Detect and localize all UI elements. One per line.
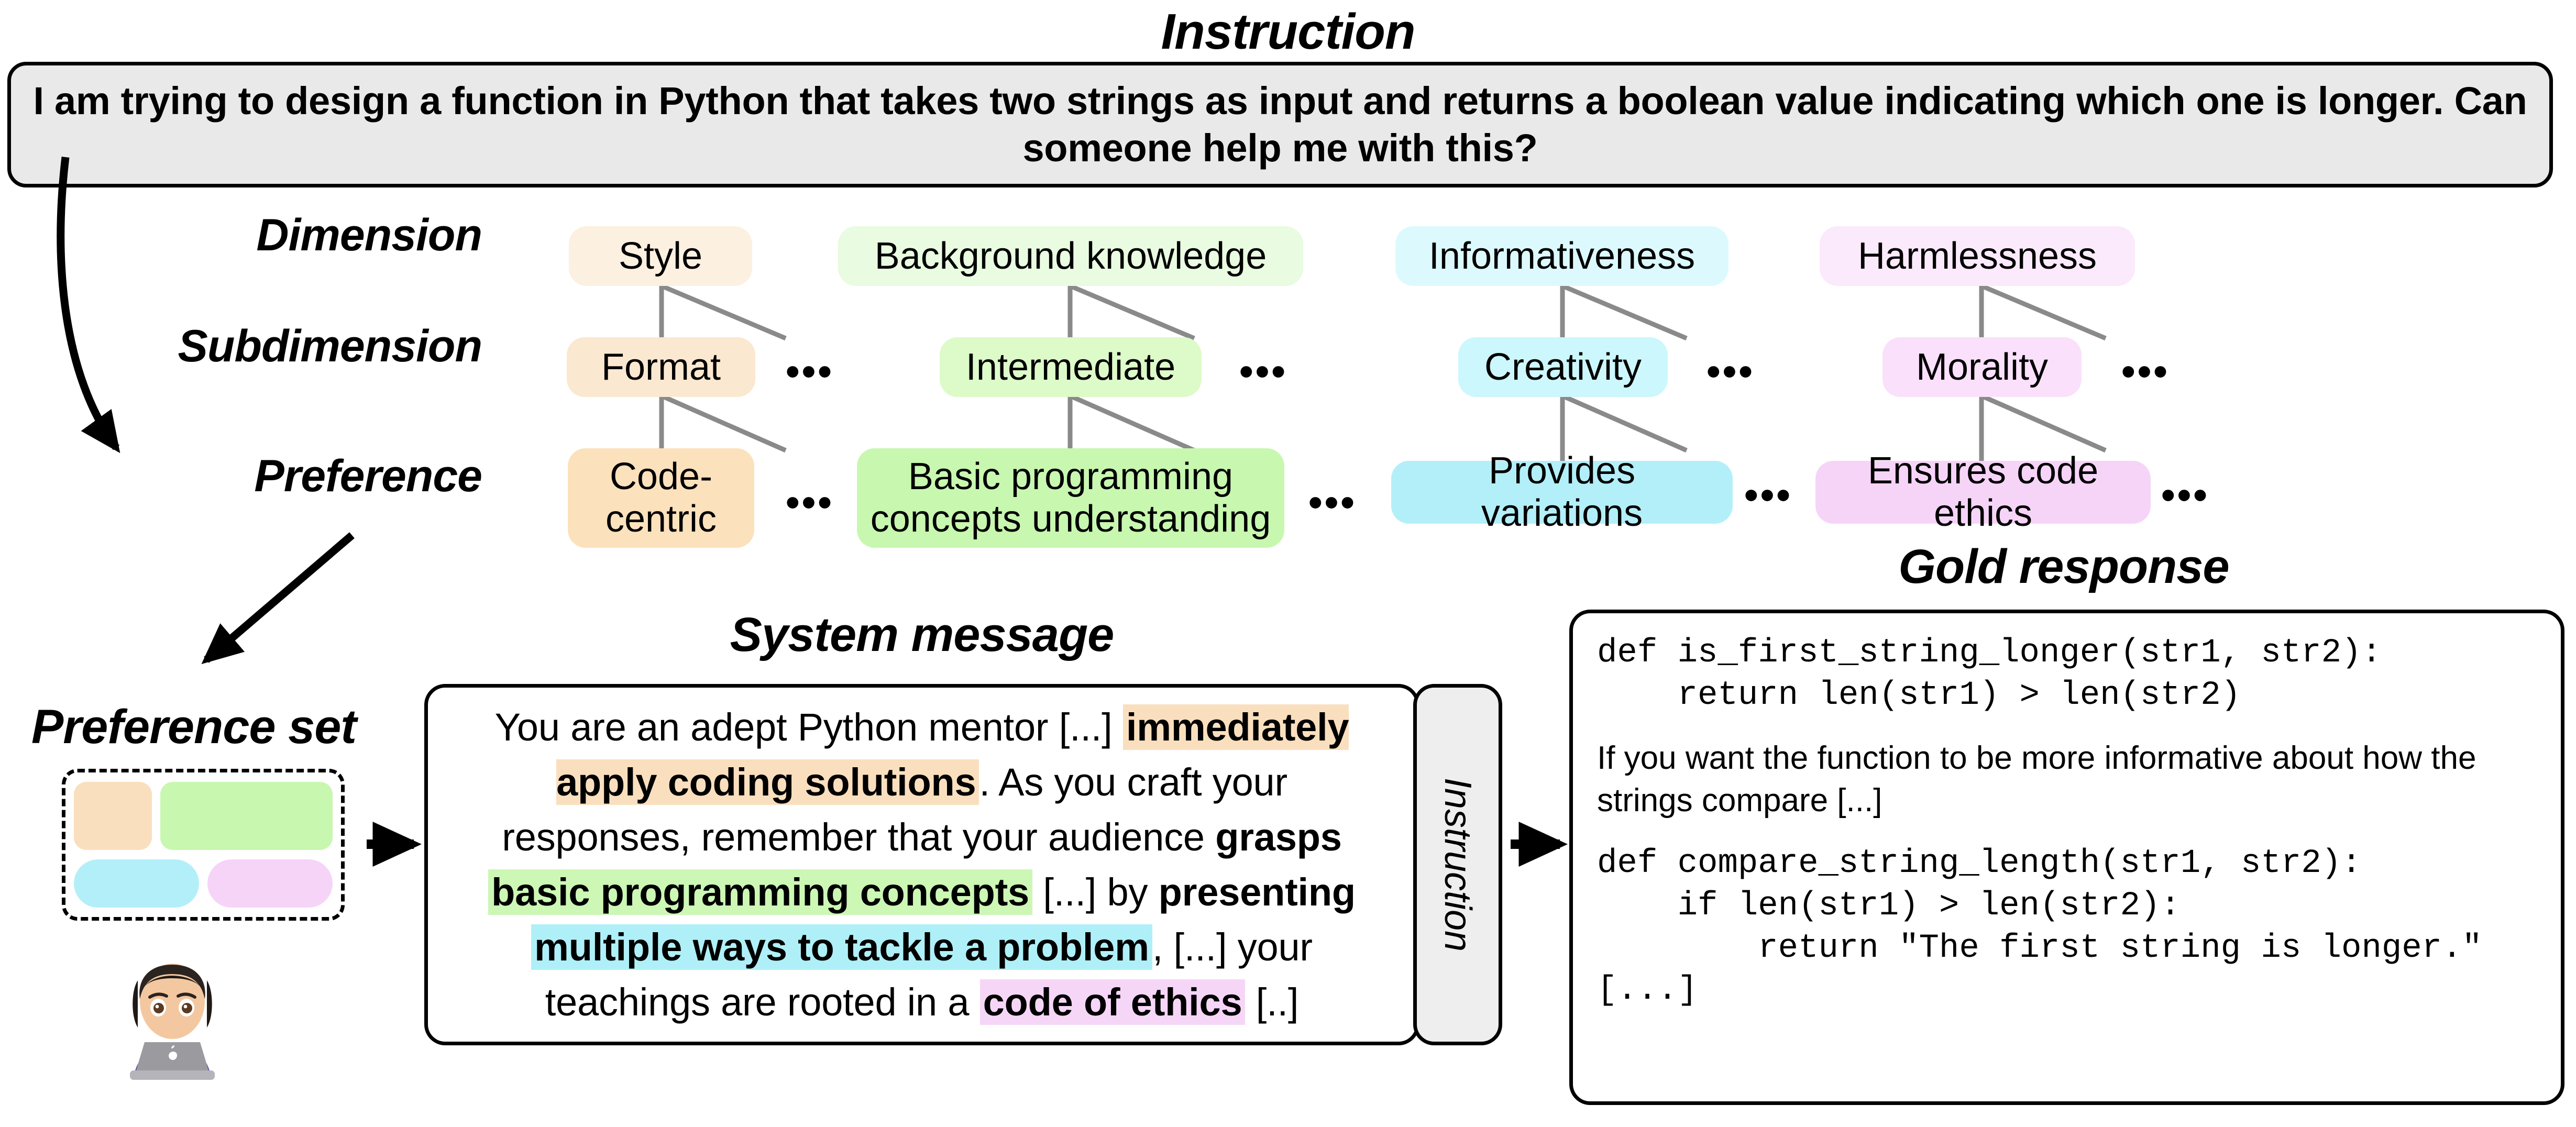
- arrow-preference-to-preference-set: [201, 532, 355, 665]
- figure-canvas: Instruction I am trying to design a func…: [0, 0, 2576, 1127]
- arrow-instruction-to-preference: [57, 157, 120, 454]
- flow-arrows: [57, 157, 1568, 867]
